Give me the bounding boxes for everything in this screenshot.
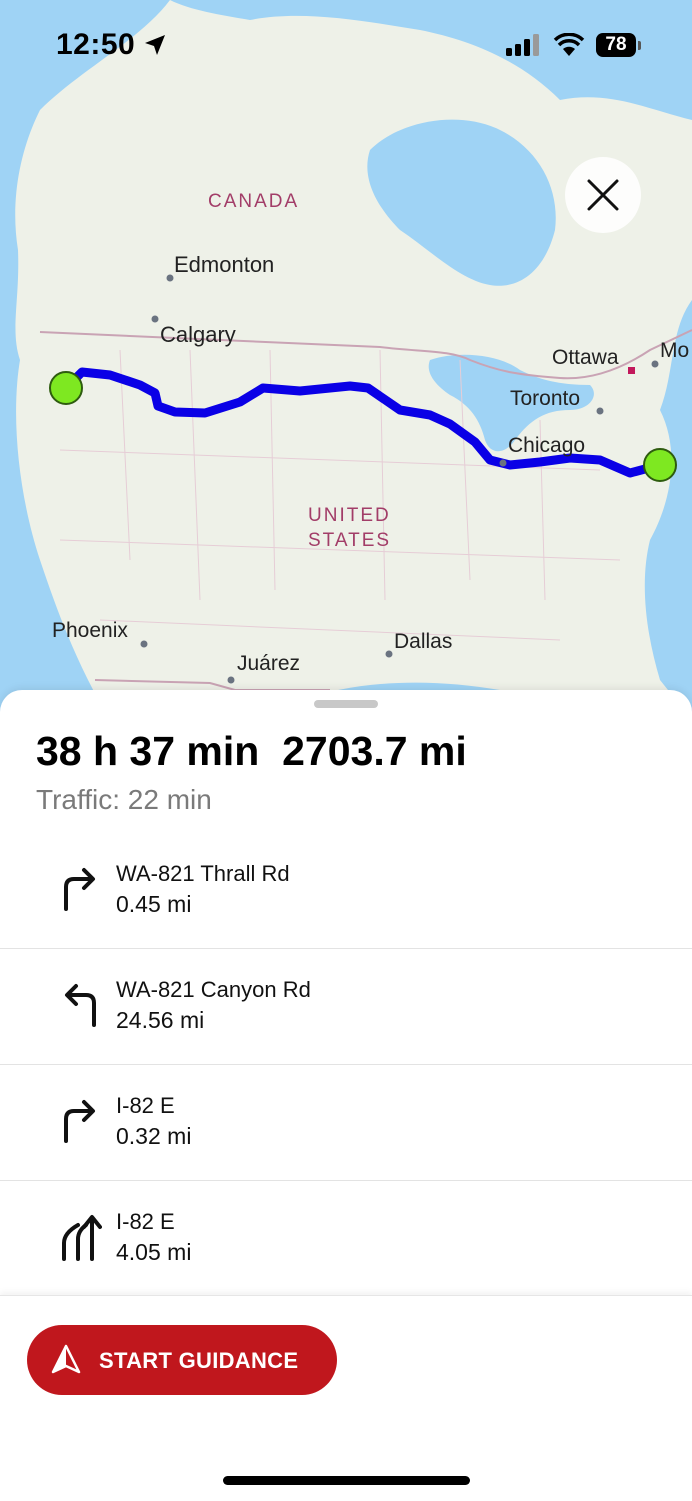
step-distance: 24.56 mi bbox=[116, 1007, 205, 1033]
status-time: 12:50 bbox=[56, 28, 136, 61]
close-button[interactable] bbox=[565, 157, 641, 233]
route-summary: 38 h 37 min 2703.7 mi bbox=[36, 728, 467, 775]
calgary-dot bbox=[151, 315, 159, 323]
phoenix-dot bbox=[140, 640, 148, 648]
directions-list: WA-821 Thrall Rd 0.45 mi WA-821 Canyon R… bbox=[0, 833, 692, 1295]
label-juarez: Juárez bbox=[237, 652, 300, 675]
direction-step[interactable]: I-82 E 4.05 mi bbox=[0, 1181, 692, 1295]
label-calgary: Calgary bbox=[160, 322, 236, 347]
step-road: WA-821 Thrall Rd bbox=[116, 861, 290, 886]
home-indicator[interactable] bbox=[223, 1476, 470, 1485]
step-road: I-82 E bbox=[116, 1209, 175, 1234]
battery-icon: 78 bbox=[596, 33, 642, 59]
label-toronto: Toronto bbox=[510, 387, 580, 410]
label-phoenix: Phoenix bbox=[52, 619, 128, 642]
location-arrow-icon bbox=[145, 35, 165, 55]
turn-left-icon bbox=[65, 984, 96, 1027]
montreal-dot bbox=[651, 360, 659, 368]
label-edmonton: Edmonton bbox=[174, 252, 274, 277]
chicago-dot bbox=[499, 459, 507, 467]
toronto-dot bbox=[596, 407, 604, 415]
route-end-marker[interactable] bbox=[643, 448, 677, 482]
label-states: STATES bbox=[308, 530, 391, 551]
label-canada: CANADA bbox=[208, 191, 299, 212]
route-start-marker[interactable] bbox=[49, 371, 83, 405]
label-ottawa: Ottawa bbox=[552, 346, 619, 369]
map-view[interactable]: CANADA Edmonton Calgary Ottawa Mo Toront… bbox=[0, 0, 692, 720]
wifi-icon bbox=[553, 33, 585, 56]
step-distance: 4.05 mi bbox=[116, 1239, 192, 1265]
route-distance: 2703.7 mi bbox=[282, 728, 467, 774]
close-icon bbox=[587, 179, 619, 211]
edmonton-dot bbox=[166, 274, 174, 282]
step-distance: 0.45 mi bbox=[116, 891, 192, 917]
direction-step[interactable]: WA-821 Thrall Rd 0.45 mi bbox=[0, 833, 692, 949]
bottom-action-bar: START GUIDANCE bbox=[0, 1295, 692, 1501]
label-montreal: Mo bbox=[660, 339, 689, 362]
route-duration: 38 h 37 min bbox=[36, 728, 260, 774]
status-bar: 12:50 78 bbox=[0, 0, 692, 90]
dallas-dot bbox=[385, 650, 393, 658]
merge-lanes-icon bbox=[62, 1215, 102, 1261]
turn-right-icon bbox=[64, 1100, 95, 1143]
battery-level: 78 bbox=[596, 33, 636, 57]
direction-step[interactable]: I-82 E 0.32 mi bbox=[0, 1065, 692, 1181]
route-details-sheet[interactable]: 38 h 37 min 2703.7 mi Traffic: 22 min WA… bbox=[0, 690, 692, 1295]
cellular-signal-icon bbox=[506, 34, 539, 56]
label-chicago: Chicago bbox=[508, 434, 585, 457]
juarez-dot bbox=[227, 676, 235, 684]
step-distance: 0.32 mi bbox=[116, 1123, 192, 1149]
label-dallas: Dallas bbox=[394, 630, 452, 653]
direction-step[interactable]: WA-821 Canyon Rd 24.56 mi bbox=[0, 949, 692, 1065]
label-united: UNITED bbox=[308, 505, 391, 526]
navigation-arrow-icon bbox=[51, 1344, 81, 1374]
traffic-delay: Traffic: 22 min bbox=[36, 784, 212, 815]
step-road: WA-821 Canyon Rd bbox=[116, 977, 311, 1002]
turn-right-icon bbox=[64, 868, 95, 911]
start-guidance-button[interactable]: START GUIDANCE bbox=[27, 1325, 337, 1395]
step-road: I-82 E bbox=[116, 1093, 175, 1118]
sheet-grabber[interactable] bbox=[314, 700, 378, 708]
ottawa-capital-marker bbox=[628, 367, 635, 374]
start-guidance-label: START GUIDANCE bbox=[99, 1348, 299, 1373]
